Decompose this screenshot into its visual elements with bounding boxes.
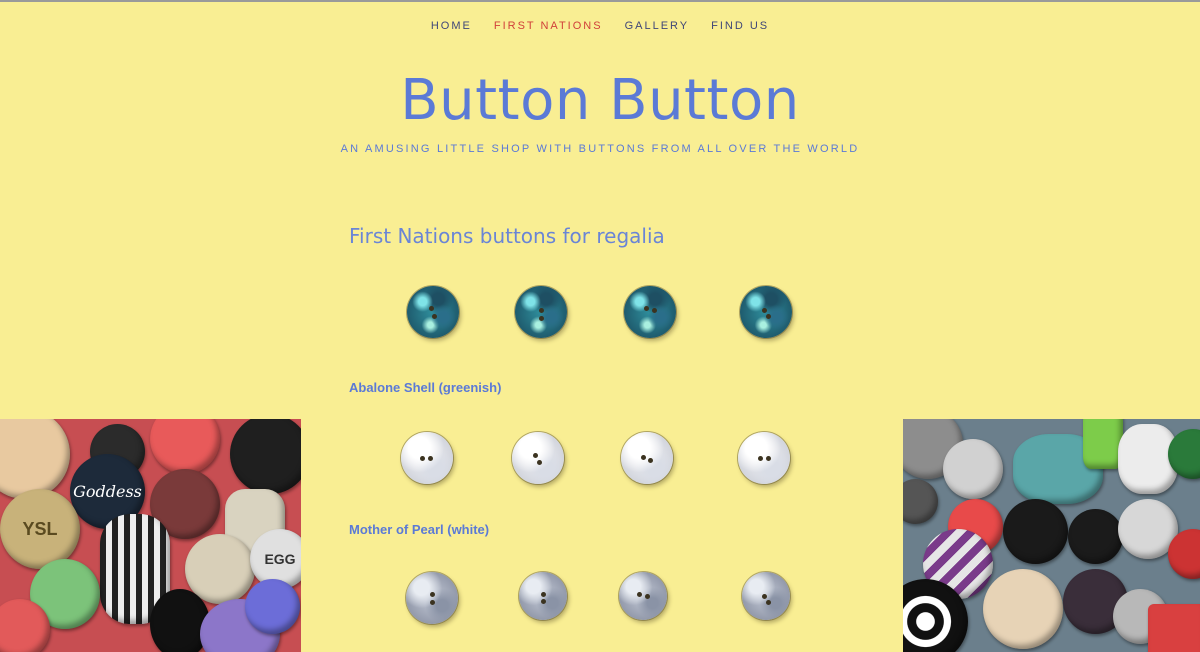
pearl-button-image xyxy=(512,432,564,484)
grey-button-image xyxy=(519,572,567,620)
mother-of-pearl-caption: Mother of Pearl (white) xyxy=(349,522,490,537)
grey-button-image xyxy=(619,572,667,620)
grey-button-row xyxy=(349,572,849,636)
abalone-button-row xyxy=(349,286,849,350)
abalone-button-image xyxy=(740,286,792,338)
abalone-caption: Abalone Shell (greenish) xyxy=(349,380,502,395)
site-title[interactable]: Button Button xyxy=(0,68,1200,133)
abalone-button-image xyxy=(515,286,567,338)
pearl-button-image xyxy=(401,432,453,484)
grey-button-image xyxy=(742,572,790,620)
ysl-button-image: YSL xyxy=(0,489,80,569)
mother-of-pearl-button-row xyxy=(349,432,849,496)
abalone-button-image xyxy=(624,286,676,338)
grey-button-image xyxy=(406,572,458,624)
nav-gallery-link[interactable]: GALLERY xyxy=(625,20,690,32)
top-nav: HOME FIRST NATIONS GALLERY FIND US xyxy=(0,20,1200,32)
site-tagline: AN AMUSING LITTLE SHOP WITH BUTTONS FROM… xyxy=(340,143,860,155)
pearl-button-image xyxy=(621,432,673,484)
right-buttons-photo xyxy=(903,419,1200,652)
left-buttons-photo: Goddess YSL EGG xyxy=(0,419,301,652)
nav-first-nations-link[interactable]: FIRST NATIONS xyxy=(494,20,603,32)
nav-home-link[interactable]: HOME xyxy=(431,20,472,32)
abalone-button-image xyxy=(407,286,459,338)
pearl-button-image xyxy=(738,432,790,484)
page-heading: First Nations buttons for regalia xyxy=(349,224,665,248)
nav-find-us-link[interactable]: FIND US xyxy=(711,20,769,32)
